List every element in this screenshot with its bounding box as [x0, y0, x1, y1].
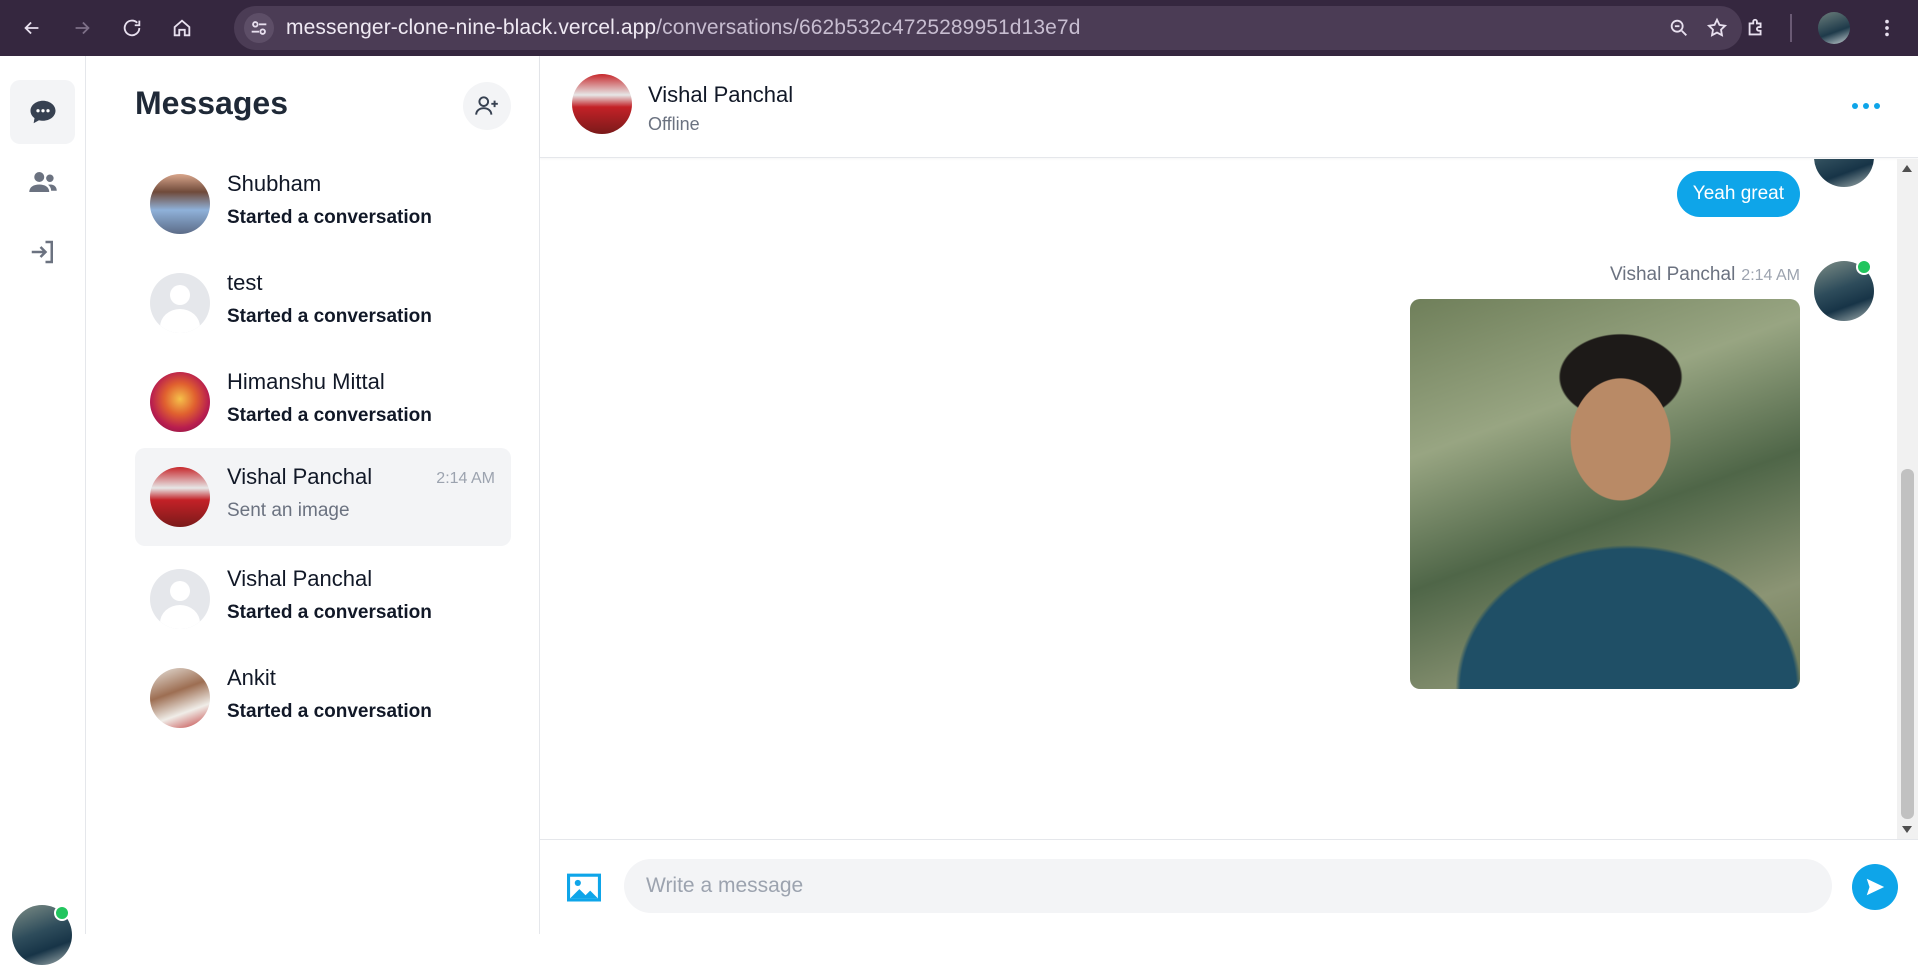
conversation-item-selected[interactable]: Vishal Panchal 2:14 AM Sent an image [135, 448, 511, 546]
conversation-preview: Started a conversation [227, 602, 432, 623]
conversation-item[interactable]: test Started a conversation [135, 254, 511, 352]
rail-chats-button[interactable] [10, 80, 75, 144]
online-status-indicator [1856, 259, 1872, 275]
home-icon [173, 19, 191, 37]
browser-menu-button[interactable] [1872, 10, 1902, 46]
message-input[interactable] [624, 859, 1832, 913]
zoom-icon[interactable] [1668, 17, 1690, 39]
back-button[interactable] [14, 10, 50, 46]
message-list: Yeah great Vishal Panchal 2:14 AM [540, 159, 1918, 839]
conversation-item[interactable]: Vishal Panchal Started a conversation [135, 550, 511, 648]
conversation-name: test [227, 270, 263, 295]
message-sender: Vishal Panchal [1609, 264, 1736, 285]
scroll-thumb[interactable] [1901, 469, 1914, 819]
message-meta: Vishal Panchal 2:14 AM [1610, 264, 1800, 286]
reload-icon [123, 19, 141, 37]
messages-scrollbar[interactable] [1897, 159, 1918, 839]
conversation-item[interactable]: Ankit Started a conversation [135, 649, 511, 747]
conversation-preview: Started a conversation [227, 306, 432, 327]
home-button[interactable] [164, 10, 200, 46]
extensions-button[interactable] [1738, 10, 1774, 46]
url-text: messenger-clone-nine-black.vercel.app/co… [286, 16, 1080, 40]
message-avatar [1814, 159, 1874, 187]
contact-status: Offline [648, 114, 700, 134]
puzzle-icon [1748, 18, 1762, 36]
url-host: messenger-clone-nine-black.vercel.app [286, 16, 657, 39]
online-status-indicator [54, 905, 70, 921]
message-composer [540, 839, 1918, 934]
conversation-name: Shubham [227, 171, 322, 196]
send-icon [1866, 878, 1885, 896]
avatar [150, 569, 210, 629]
avatar [150, 372, 210, 432]
page-title: Messages [135, 85, 288, 121]
scroll-down-icon[interactable] [1902, 826, 1912, 833]
browser-toolbar: messenger-clone-nine-black.vercel.app/co… [0, 0, 1918, 56]
upload-image-button[interactable] [564, 868, 604, 904]
conversation-name: Vishal Panchal [227, 566, 373, 591]
more-options-button[interactable] [1846, 94, 1886, 118]
conversation-preview: Sent an image [227, 500, 350, 521]
contact-avatar[interactable] [572, 74, 632, 134]
arrow-left-icon [24, 21, 39, 35]
contact-name: Vishal Panchal [648, 82, 794, 107]
dot-icon [1852, 103, 1858, 109]
reload-button[interactable] [114, 10, 150, 46]
users-icon [28, 172, 57, 192]
add-conversation-button[interactable] [463, 82, 511, 130]
arrow-right-icon [75, 21, 90, 35]
send-button[interactable] [1852, 864, 1898, 910]
chat-bubble-icon [30, 100, 55, 124]
conversation-item[interactable]: Himanshu Mittal Started a conversation [135, 353, 511, 451]
conversation-name: Himanshu Mittal [227, 369, 385, 394]
app-rail [0, 56, 86, 965]
conversation-item[interactable]: Shubham Started a conversation [135, 155, 511, 253]
image-icon [567, 873, 601, 902]
dot-icon [1863, 103, 1869, 109]
address-bar[interactable]: messenger-clone-nine-black.vercel.app/co… [234, 6, 1742, 50]
conversation-name: Ankit [227, 665, 276, 690]
avatar [150, 273, 210, 333]
conversation-preview: Started a conversation [227, 405, 432, 426]
site-info-icon[interactable] [244, 13, 274, 43]
avatar [150, 668, 210, 728]
conversation-preview: Started a conversation [227, 701, 432, 722]
toolbar-divider [1790, 14, 1792, 42]
url-path: /conversations/662b532c4725289951d13e7d [656, 16, 1081, 39]
conversation-list: Messages Shubham Started a conversation … [86, 56, 540, 934]
user-plus-icon [475, 96, 498, 115]
message-bubble: Yeah great [1676, 171, 1800, 217]
avatar [150, 467, 210, 527]
logout-icon [31, 240, 53, 264]
conversation-name: Vishal Panchal [227, 464, 373, 489]
conversation-time: 2:14 AM [436, 470, 495, 487]
rail-logout-button[interactable] [10, 220, 75, 284]
avatar [150, 174, 210, 234]
scroll-up-icon[interactable] [1902, 165, 1912, 172]
conversation-preview: Started a conversation [227, 207, 432, 228]
rail-users-button[interactable] [10, 150, 75, 214]
dot-icon [1874, 103, 1880, 109]
message-image[interactable] [1410, 299, 1800, 689]
chat-pane: Vishal Panchal Offline Yeah great Vishal… [540, 56, 1918, 934]
forward-button[interactable] [64, 10, 100, 46]
chat-header: Vishal Panchal Offline [540, 56, 1918, 158]
bookmark-star-icon[interactable] [1706, 17, 1728, 39]
browser-profile-avatar[interactable] [1818, 12, 1850, 44]
message-time: 2:14 AM [1741, 267, 1800, 284]
kebab-menu-icon [1885, 19, 1889, 37]
